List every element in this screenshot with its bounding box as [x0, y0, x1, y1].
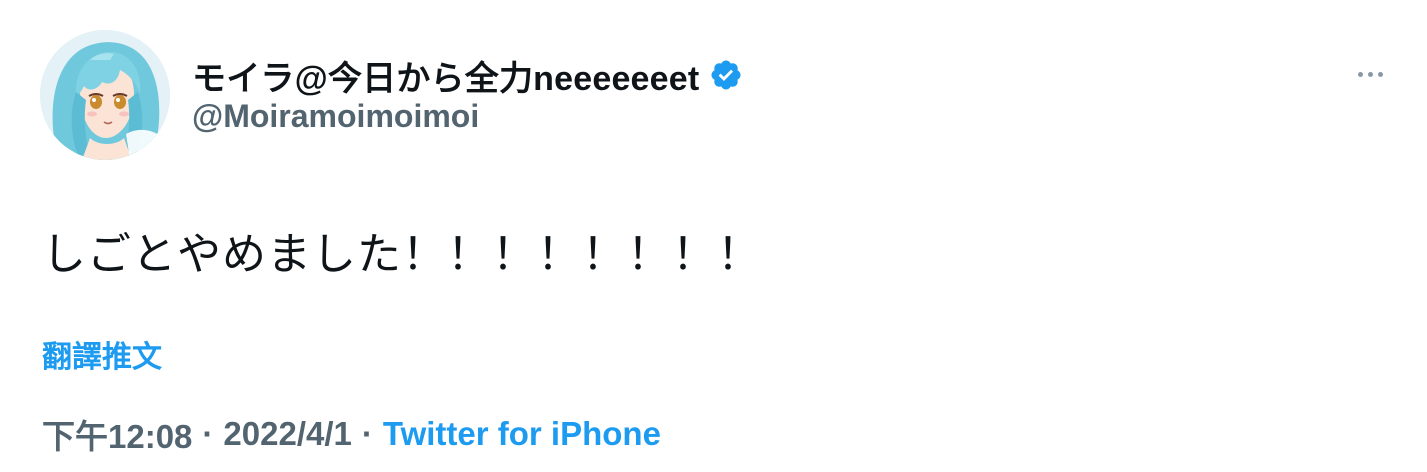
tweet-time[interactable]: 下午12:08	[42, 410, 192, 458]
tweet-meta: 下午12:08 · 2022/4/1 · Twitter for iPhone	[42, 410, 661, 458]
more-options-button[interactable]	[1350, 60, 1390, 88]
translate-tweet-link[interactable]: 翻譯推文	[42, 332, 162, 376]
author-display-name[interactable]: モイラ@今日から全力neeeeeeet	[192, 51, 699, 100]
verified-badge-icon	[709, 58, 743, 92]
author-handle[interactable]: @Moiramoimoimoi	[192, 98, 479, 135]
author-name-row[interactable]: モイラ@今日から全力neeeeeeet	[192, 52, 743, 98]
tweet-source-link[interactable]: Twitter for iPhone	[383, 415, 661, 453]
meta-separator: ·	[361, 415, 373, 452]
tweet-card: モイラ@今日から全力neeeeeeet @Moiramoimoimoi しごとや…	[0, 0, 1427, 472]
avatar[interactable]	[40, 30, 170, 160]
ellipsis-icon	[1377, 71, 1383, 77]
ellipsis-icon	[1357, 71, 1363, 77]
meta-separator: ·	[202, 415, 214, 452]
anime-girl-avatar-icon	[40, 30, 170, 160]
tweet-text: しごとやめました！！！！！！！！	[42, 230, 762, 279]
tweet-date[interactable]: 2022/4/1	[223, 415, 351, 453]
ellipsis-icon	[1367, 71, 1373, 77]
